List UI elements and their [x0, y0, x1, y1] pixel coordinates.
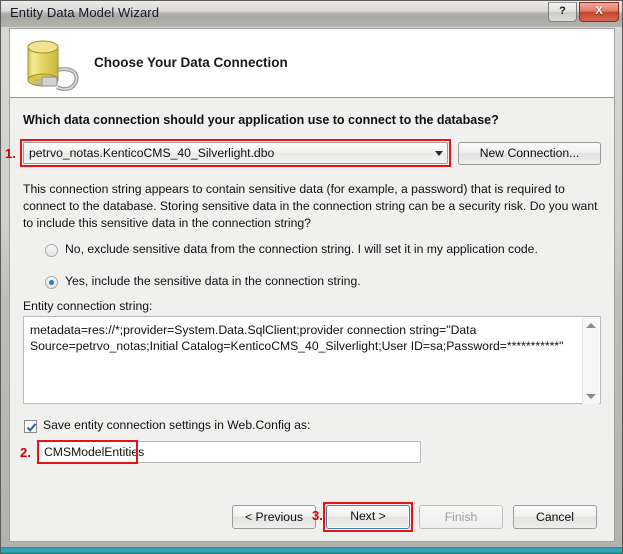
annotation-number-1: 1. — [5, 146, 16, 161]
entity-data-model-wizard-window: Entity Data Model Wizard ? X Choose Your… — [0, 0, 623, 554]
finish-button: Finish — [419, 505, 503, 529]
help-button[interactable]: ? — [548, 2, 577, 22]
window-title: Entity Data Model Wizard — [10, 5, 160, 20]
annotation-number-2: 2. — [20, 445, 31, 460]
data-connection-value: petrvo_notas.KenticoCMS_40_Silverlight.d… — [29, 146, 275, 160]
next-button[interactable]: Next > — [326, 505, 410, 529]
previous-button[interactable]: < Previous — [232, 505, 316, 529]
save-settings-checkbox-label: Save entity connection settings in Web.C… — [43, 418, 311, 432]
checkmark-icon — [26, 423, 37, 432]
new-connection-button[interactable]: New Connection... — [458, 142, 601, 165]
window-bottom-accent — [1, 547, 622, 553]
annotation-number-3: 3. — [312, 508, 323, 523]
radio-exclude-sensitive-data[interactable] — [45, 244, 58, 257]
sensitive-data-paragraph: This connection string appears to contai… — [23, 182, 598, 230]
connection-question-label: Which data connection should your applic… — [23, 113, 499, 127]
entity-connection-string-label: Entity connection string: — [23, 299, 153, 313]
radio-include-sensitive-data[interactable] — [45, 276, 58, 289]
scroll-up-icon[interactable] — [586, 323, 596, 328]
window-titlebar[interactable]: Entity Data Model Wizard ? X — [1, 1, 622, 27]
page-title: Choose Your Data Connection — [94, 55, 288, 70]
entity-connection-string-value: metadata=res://*;provider=System.Data.Sq… — [30, 323, 564, 353]
radio-include-sensitive-data-label: Yes, include the sensitive data in the c… — [65, 274, 361, 288]
data-connection-dropdown[interactable]: petrvo_notas.KenticoCMS_40_Silverlight.d… — [23, 142, 448, 164]
entity-connection-string-textarea[interactable]: metadata=res://*;provider=System.Data.Sq… — [23, 316, 601, 404]
radio-exclude-sensitive-data-label: No, exclude sensitive data from the conn… — [65, 242, 538, 256]
cancel-button[interactable]: Cancel — [513, 505, 597, 529]
connection-string-scrollbar[interactable] — [582, 318, 599, 404]
database-connection-icon — [22, 35, 86, 98]
entities-name-value: CMSModelEntities — [44, 445, 145, 459]
chevron-down-icon — [435, 151, 443, 156]
entities-name-input[interactable]: CMSModelEntities — [38, 441, 421, 463]
close-button[interactable]: X — [579, 2, 619, 22]
scroll-down-icon[interactable] — [586, 394, 596, 399]
wizard-header: Choose Your Data Connection — [9, 28, 615, 98]
save-settings-checkbox[interactable] — [24, 420, 37, 433]
